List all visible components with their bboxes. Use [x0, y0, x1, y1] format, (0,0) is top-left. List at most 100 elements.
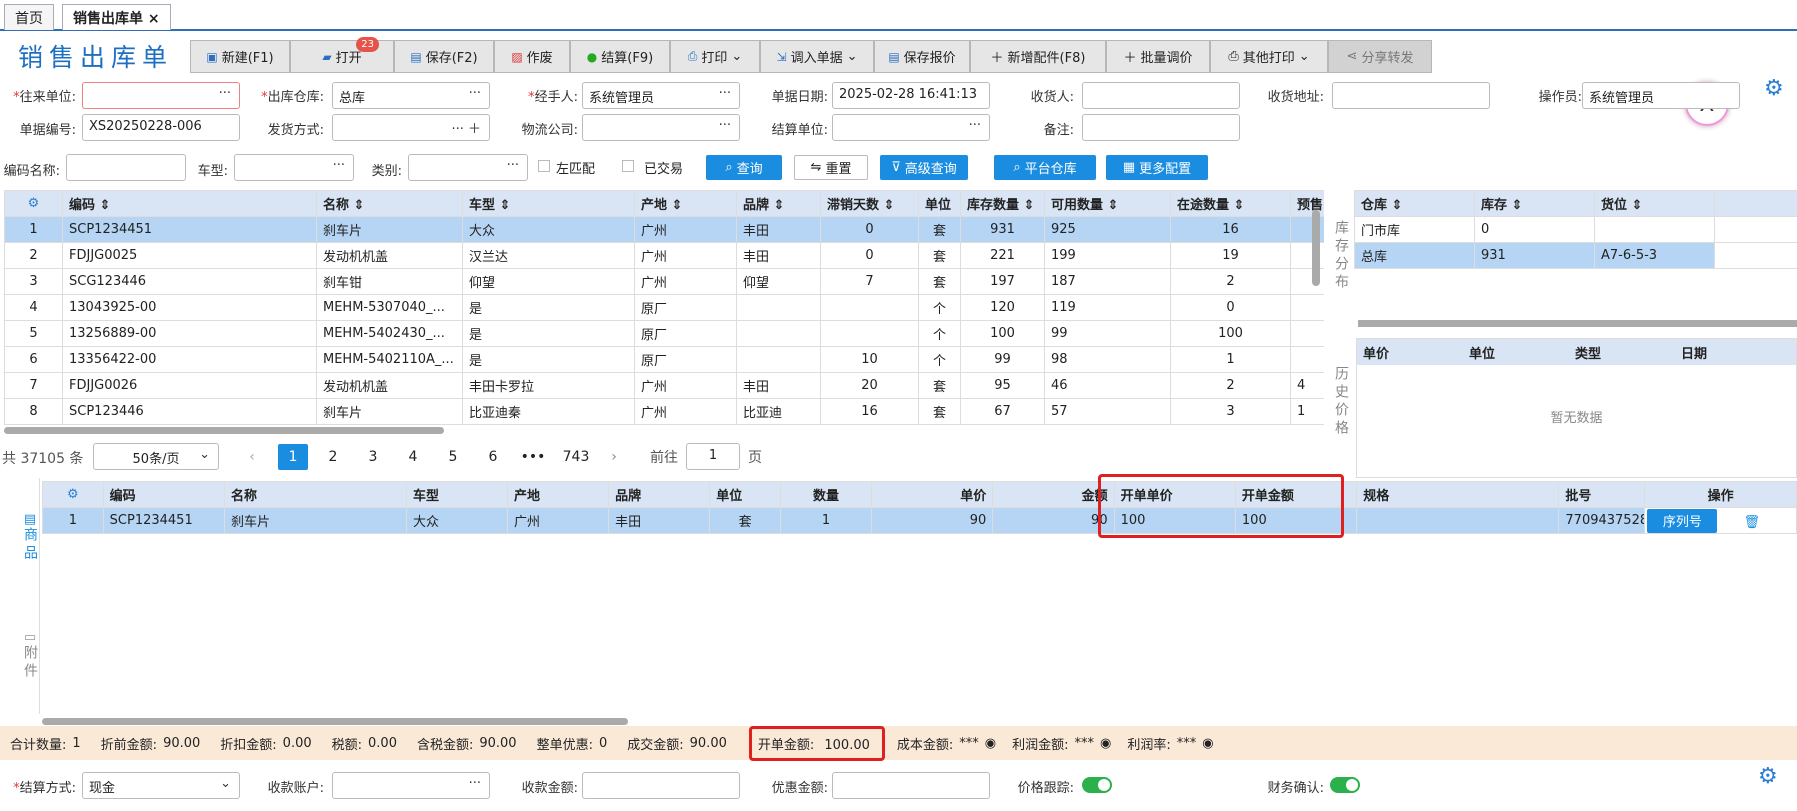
table-row[interactable]: 2 FDJJG0025 发动机机盖 汉兰达 广州 丰田 0 套 221 199 19 [4, 242, 1324, 269]
price-track-toggle[interactable] [1082, 777, 1112, 793]
advanced-query-button[interactable]: ⊽ 高级查询 [880, 155, 968, 180]
serial-number-button[interactable]: 序列号 [1647, 508, 1718, 533]
vertical-scrollbar[interactable] [1312, 210, 1320, 286]
save-button[interactable]: ▤ 保存(F2) [394, 40, 494, 73]
page-5[interactable]: 5 [438, 444, 468, 470]
page-last[interactable]: 743 [556, 444, 596, 470]
detail-settings-gear-icon[interactable]: ⚙ [42, 481, 104, 508]
table-row[interactable]: 门市库 0 [1354, 216, 1797, 243]
handler-select[interactable]: 系统管理员 ··· [582, 82, 740, 109]
operator-field[interactable]: 系统管理员 [1582, 82, 1740, 109]
date-field[interactable]: 2025-02-28 16:41:13 [832, 82, 990, 109]
table-row[interactable]: 4 13043925-00 MEHM-5307040_... 是原厂 个 120 119 0 [4, 294, 1324, 321]
batch-price-button[interactable]: ＋批量调价 [1106, 40, 1210, 73]
page-4[interactable]: 4 [398, 444, 428, 470]
ship-method-field[interactable]: ··· ＋ [332, 114, 490, 141]
col-header[interactable]: 金额 [992, 481, 1115, 508]
side-scrollbar[interactable] [1358, 320, 1797, 327]
col-header[interactable]: 单位 [918, 190, 961, 217]
col-header[interactable]: 编码 ⇕ [62, 190, 317, 217]
category-input[interactable]: ··· [408, 154, 528, 181]
settle-method-select[interactable]: 现金 ⌄ [82, 772, 240, 799]
table-row[interactable]: 6 13356422-00 MEHM-5402110A_... 是原厂 10 个 99 98 1 [4, 346, 1324, 373]
col-header[interactable]: 仓库 ⇕ [1354, 190, 1475, 217]
traded-checkbox[interactable] [622, 160, 634, 172]
col-header[interactable]: 滞销天数 ⇕ [820, 190, 919, 217]
docno-field[interactable]: XS20250228-006 [82, 114, 240, 141]
history-price-tab[interactable]: 历史价格 [1328, 340, 1354, 480]
finance-confirm-toggle[interactable] [1330, 777, 1360, 793]
col-header[interactable]: 名称 ⇕ [316, 190, 463, 217]
col-header[interactable]: 产地 ⇕ [634, 190, 737, 217]
other-print-button[interactable]: ⎙ 其他打印 ⌄ [1210, 40, 1328, 73]
discount-amount-field[interactable] [832, 772, 990, 799]
table-row[interactable]: 1 SCP1234451 刹车片 大众 广州 丰田 套 1 90 90 100 … [42, 507, 1797, 534]
col-header[interactable]: 规格 [1356, 481, 1560, 508]
remark-field[interactable] [1082, 114, 1240, 141]
platform-warehouse-button[interactable]: ⌕ 平台仓库 [994, 155, 1096, 180]
import-doc-button[interactable]: ⇲ 调入单据 ⌄ [760, 40, 874, 73]
attachment-tab[interactable]: ▭ 附件 [10, 630, 50, 681]
col-header[interactable]: 单位 [709, 481, 781, 508]
warehouse-select[interactable]: 总库 ··· [332, 82, 490, 109]
table-row[interactable]: 1 SCP1234451 刹车片 大众 广州 丰田 0 套 931 925 16 [4, 216, 1324, 243]
col-header[interactable]: 批号 [1558, 481, 1646, 508]
col-header[interactable]: 库存 ⇕ [1474, 190, 1595, 217]
eye-icon[interactable]: ◉ [985, 736, 996, 751]
next-page-icon[interactable]: › [602, 444, 626, 470]
detail-scrollbar[interactable] [42, 718, 628, 725]
horizontal-scrollbar[interactable] [4, 427, 444, 434]
car-model-input[interactable]: ··· [234, 154, 354, 181]
col-header[interactable]: 货位 ⇕ [1594, 190, 1715, 217]
page-3[interactable]: 3 [358, 444, 388, 470]
save-quote-button[interactable]: ▤ 保存报价 [874, 40, 970, 73]
open-button[interactable]: ▰ 打开 23 [290, 37, 394, 73]
table-row[interactable]: 总库 931 A7-6-5-3 [1354, 242, 1797, 269]
per-page-select[interactable]: 50条/页 ⌄ [93, 443, 219, 470]
table-row[interactable]: 3 SCG123446 刹车钳 仰望 广州 仰望 7 套 197 187 2 [4, 268, 1324, 295]
address-field[interactable] [1332, 82, 1490, 109]
page-1[interactable]: 1 [278, 444, 308, 470]
col-header[interactable]: 产地 [507, 481, 610, 508]
goto-page-input[interactable]: 1 [686, 443, 740, 470]
stock-distribution-tab[interactable]: 库存分布 [1328, 190, 1354, 320]
table-row[interactable]: 7 FDJJG0026 发动机机盖 丰田卡罗拉 广州 丰田 20 套 95 46 2 4 [4, 372, 1324, 399]
col-header[interactable]: 品牌 ⇕ [736, 190, 821, 217]
void-button[interactable]: ▨ 作废 [494, 40, 570, 73]
logistics-field[interactable]: ··· [582, 114, 740, 141]
page-ellipsis[interactable]: ••• [518, 444, 548, 470]
customer-field[interactable]: ··· [82, 82, 240, 109]
settings-gear-icon[interactable]: ⚙ [1764, 76, 1784, 101]
reset-button[interactable]: ⇋ 重置 [794, 155, 868, 180]
prev-page-icon[interactable]: ‹ [240, 444, 264, 470]
print-button[interactable]: ⎙ 打印 ⌄ [670, 40, 760, 73]
account-field[interactable]: ··· [332, 772, 490, 799]
col-header[interactable]: 品牌 [608, 481, 711, 508]
col-header[interactable]: 库存数量 ⇕ [960, 190, 1045, 217]
eye-icon[interactable]: ◉ [1202, 736, 1213, 751]
new-button[interactable]: ▣ 新建(F1) [190, 40, 290, 73]
col-header[interactable]: 操作 [1644, 481, 1797, 508]
col-header[interactable]: 车型 [405, 481, 509, 508]
table-row[interactable]: 5 13256889-00 MEHM-5402430_... 是原厂个 100 99 100 [4, 320, 1324, 347]
left-match-checkbox[interactable] [538, 160, 550, 172]
col-header[interactable]: 数量 [779, 481, 872, 508]
settle-unit-field[interactable]: ··· [832, 114, 990, 141]
eye-icon[interactable]: ◉ [1100, 736, 1111, 751]
share-button[interactable]: ⋖ 分享转发 [1328, 40, 1432, 73]
tab-home[interactable]: 首页 [4, 4, 54, 30]
page-6[interactable]: 6 [478, 444, 508, 470]
col-header[interactable]: 名称 [223, 481, 407, 508]
trash-icon[interactable]: 🗑 [1743, 515, 1760, 530]
col-header[interactable]: 可用数量 ⇕ [1044, 190, 1171, 217]
page-2[interactable]: 2 [318, 444, 348, 470]
footer-settings-gear-icon[interactable]: ⚙ [1758, 764, 1778, 789]
more-config-button[interactable]: ▦ 更多配置 [1106, 155, 1208, 180]
settle-button[interactable]: ● 结算(F9) [570, 40, 670, 73]
tab-sales-outbound[interactable]: 销售出库单 × [62, 4, 171, 30]
receiver-field[interactable] [1082, 82, 1240, 109]
col-header[interactable]: 车型 ⇕ [462, 190, 635, 217]
table-settings-gear-icon[interactable]: ⚙ [4, 190, 63, 217]
col-header[interactable]: 单价 [870, 481, 994, 508]
add-part-button[interactable]: ＋新增配件(F8) [970, 40, 1106, 73]
